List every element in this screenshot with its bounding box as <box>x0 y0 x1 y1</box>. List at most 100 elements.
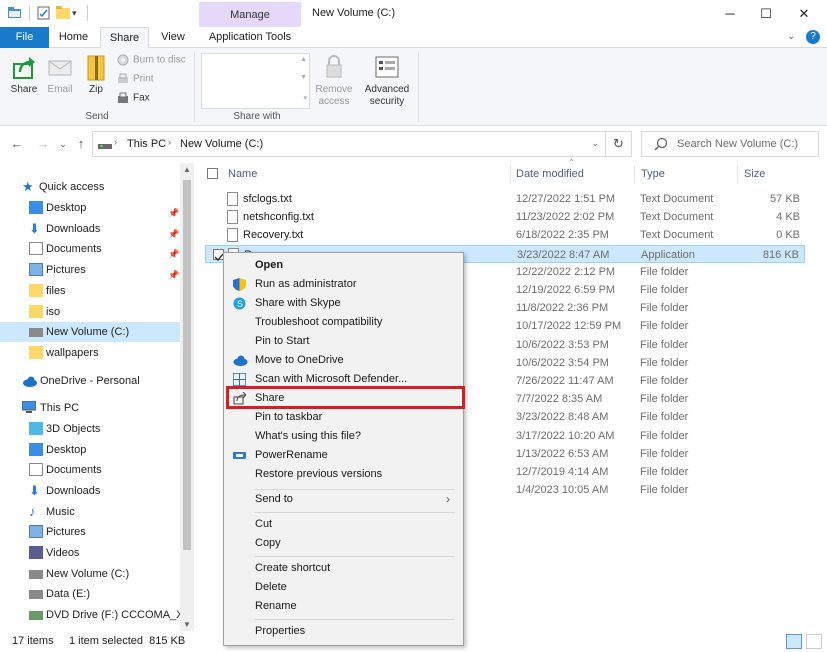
sidebar-item-dvd-drive[interactable]: DVD Drive (F:) CCCOMA_X64I <box>0 605 180 625</box>
menu-item-copy[interactable]: Copy <box>225 534 462 553</box>
address-bar[interactable]: › This PC › New Volume (C:) ⌄ <box>92 131 606 157</box>
customize-toolbar-icon[interactable]: ▾ <box>72 8 86 22</box>
breadcrumb-chevron-icon[interactable]: › <box>114 137 117 147</box>
sidebar-item-videos[interactable]: Videos <box>0 543 180 563</box>
sidebar-item-iso[interactable]: iso <box>0 302 180 322</box>
tab-home[interactable]: Home <box>50 27 97 48</box>
sidebar-item-files[interactable]: files <box>0 281 180 301</box>
table-row[interactable]: Recovery.txt 6/18/2022 2:35 PM Text Docume… <box>205 226 805 244</box>
address-dropdown-icon[interactable]: ⌄ <box>591 138 599 149</box>
menu-item-troubleshoot[interactable]: Troubleshoot compatibility <box>225 313 462 332</box>
remove-access-button[interactable]: Remove access <box>314 54 354 108</box>
search-box[interactable]: Search New Volume (C:) <box>641 131 819 157</box>
tab-application-tools[interactable]: Application Tools <box>199 27 301 48</box>
advanced-security-button[interactable]: Advanced security <box>362 54 412 108</box>
sidebar-item-wallpapers[interactable]: wallpapers <box>0 343 180 363</box>
sidebar-item-quick-access[interactable]: ★ Quick access <box>0 177 180 197</box>
manage-context-tab[interactable]: Manage <box>199 2 301 27</box>
email-button[interactable]: Email <box>44 54 76 95</box>
menu-item-send-to[interactable]: Send to › <box>225 490 462 509</box>
tab-share[interactable]: Share <box>100 27 149 49</box>
close-button[interactable]: ✕ <box>786 0 822 27</box>
details-view-icon[interactable] <box>786 634 802 649</box>
file-date: 11/23/2022 2:02 PM <box>516 211 615 223</box>
menu-item-share-with-skype[interactable]: S Share with Skype <box>225 294 462 313</box>
fax-button[interactable]: Fax <box>117 92 191 104</box>
sidebar-item-this-pc[interactable]: This PC <box>0 398 180 418</box>
file-type: File folder <box>640 284 689 296</box>
menu-item-create-shortcut[interactable]: Create shortcut <box>225 559 462 578</box>
new-folder-icon[interactable] <box>56 6 70 20</box>
menu-item-properties[interactable]: Properties <box>225 622 462 641</box>
sidebar-item-pc-downloads[interactable]: ⬇ Downloads <box>0 481 180 501</box>
burn-to-disc-button[interactable]: Burn to disc <box>117 54 191 66</box>
table-row[interactable]: sfclogs.txt 12/27/2022 1:51 PM Text Docume… <box>205 190 805 208</box>
recent-locations-icon[interactable]: ⌄ <box>54 134 72 154</box>
sidebar-item-pc-documents[interactable]: Documents <box>0 460 180 480</box>
help-icon[interactable]: ? <box>806 30 820 44</box>
menu-item-powerrename[interactable]: PowerRename <box>225 446 462 465</box>
sidebar-item-documents[interactable]: Documents 📌 <box>0 239 180 259</box>
window-title: New Volume (C:) <box>312 7 396 19</box>
sidebar-item-onedrive[interactable]: OneDrive - Personal <box>0 371 180 391</box>
share-with-gallery[interactable]: ▲ ▼ ▾ <box>201 53 310 109</box>
menu-item-move-to-onedrive[interactable]: Move to OneDrive <box>225 351 462 370</box>
large-icons-view-icon[interactable] <box>806 634 822 649</box>
zip-button[interactable]: Zip <box>82 54 110 95</box>
tab-file[interactable]: File <box>0 27 49 48</box>
tab-view[interactable]: View <box>150 27 196 48</box>
sidebar-item-pictures[interactable]: Pictures 📌 <box>0 260 180 280</box>
breadcrumb-new-volume[interactable]: New Volume (C:) <box>180 138 263 150</box>
ribbon-collapse-icon[interactable]: ⌄ <box>787 31 795 42</box>
minimize-button[interactable]: ─ <box>712 0 748 27</box>
maximize-button[interactable]: ☐ <box>748 0 784 27</box>
menu-item-whats-using[interactable]: What's using this file? <box>225 427 462 446</box>
menu-item-pin-to-start[interactable]: Pin to Start <box>225 332 462 351</box>
gallery-down-icon[interactable]: ▼ <box>300 74 307 81</box>
scroll-up-icon[interactable]: ▲ <box>183 165 191 174</box>
menu-item-delete[interactable]: Delete <box>225 578 462 597</box>
printer-icon <box>117 73 130 85</box>
scroll-down-icon[interactable]: ▼ <box>183 620 191 629</box>
explorer-icon[interactable] <box>8 7 21 19</box>
menu-item-run-as-administrator[interactable]: Run as administrator <box>225 275 462 294</box>
column-name[interactable]: Name <box>228 163 257 185</box>
sort-chevron-icon: ⌃ <box>568 158 575 167</box>
sidebar-item-music[interactable]: ♪ Music <box>0 502 180 522</box>
sidebar-item-3d-objects[interactable]: 3D Objects <box>0 419 180 439</box>
column-size[interactable]: Size <box>744 163 765 185</box>
gallery-expand-icon[interactable]: ▾ <box>303 94 307 102</box>
sidebar-item-desktop[interactable]: Desktop 📌 <box>0 198 180 218</box>
sidebar-item-label: OneDrive - Personal <box>40 375 140 387</box>
menu-item-rename[interactable]: Rename <box>225 597 462 616</box>
file-type: Application <box>641 249 695 261</box>
this-pc-icon <box>98 138 112 150</box>
menu-item-pin-to-taskbar[interactable]: Pin to taskbar <box>225 408 462 427</box>
menu-item-restore-versions[interactable]: Restore previous versions <box>225 465 462 484</box>
select-all-checkbox[interactable] <box>207 168 218 179</box>
sidebar-item-label: Videos <box>46 547 80 559</box>
menu-item-cut[interactable]: Cut <box>225 515 462 534</box>
sidebar-item-label: Documents <box>46 243 102 255</box>
properties-icon[interactable] <box>37 6 51 20</box>
sidebar-item-data-drive[interactable]: Data (E:) <box>0 584 180 604</box>
column-type[interactable]: Type <box>641 163 665 185</box>
menu-item-open[interactable]: Open <box>225 256 462 275</box>
gallery-up-icon[interactable]: ▲ <box>300 56 307 63</box>
up-arrow-icon[interactable]: ↑ <box>72 134 90 154</box>
scrollbar-thumb[interactable] <box>183 180 191 550</box>
sidebar-item-pc-pictures[interactable]: Pictures <box>0 522 180 542</box>
forward-arrow-icon[interactable]: → <box>34 134 52 154</box>
sidebar-item-label: New Volume (C:) <box>46 326 130 338</box>
share-button[interactable]: Share <box>6 54 42 95</box>
sidebar-item-new-volume[interactable]: New Volume (C:) <box>0 322 180 342</box>
table-row[interactable]: netshconfig.txt 11/23/2022 2:02 PM Text Do… <box>205 208 805 226</box>
print-button[interactable]: Print <box>117 73 191 85</box>
sidebar-item-downloads[interactable]: ⬇ Downloads 📌 <box>0 219 180 239</box>
breadcrumb-this-pc[interactable]: This PC <box>127 138 166 150</box>
refresh-icon[interactable]: ↻ <box>606 131 632 157</box>
sidebar-item-pc-new-volume[interactable]: New Volume (C:) <box>0 564 180 584</box>
back-arrow-icon[interactable]: ← <box>8 134 26 154</box>
breadcrumb-chevron-icon[interactable]: › <box>168 137 171 147</box>
sidebar-item-pc-desktop[interactable]: Desktop <box>0 440 180 460</box>
